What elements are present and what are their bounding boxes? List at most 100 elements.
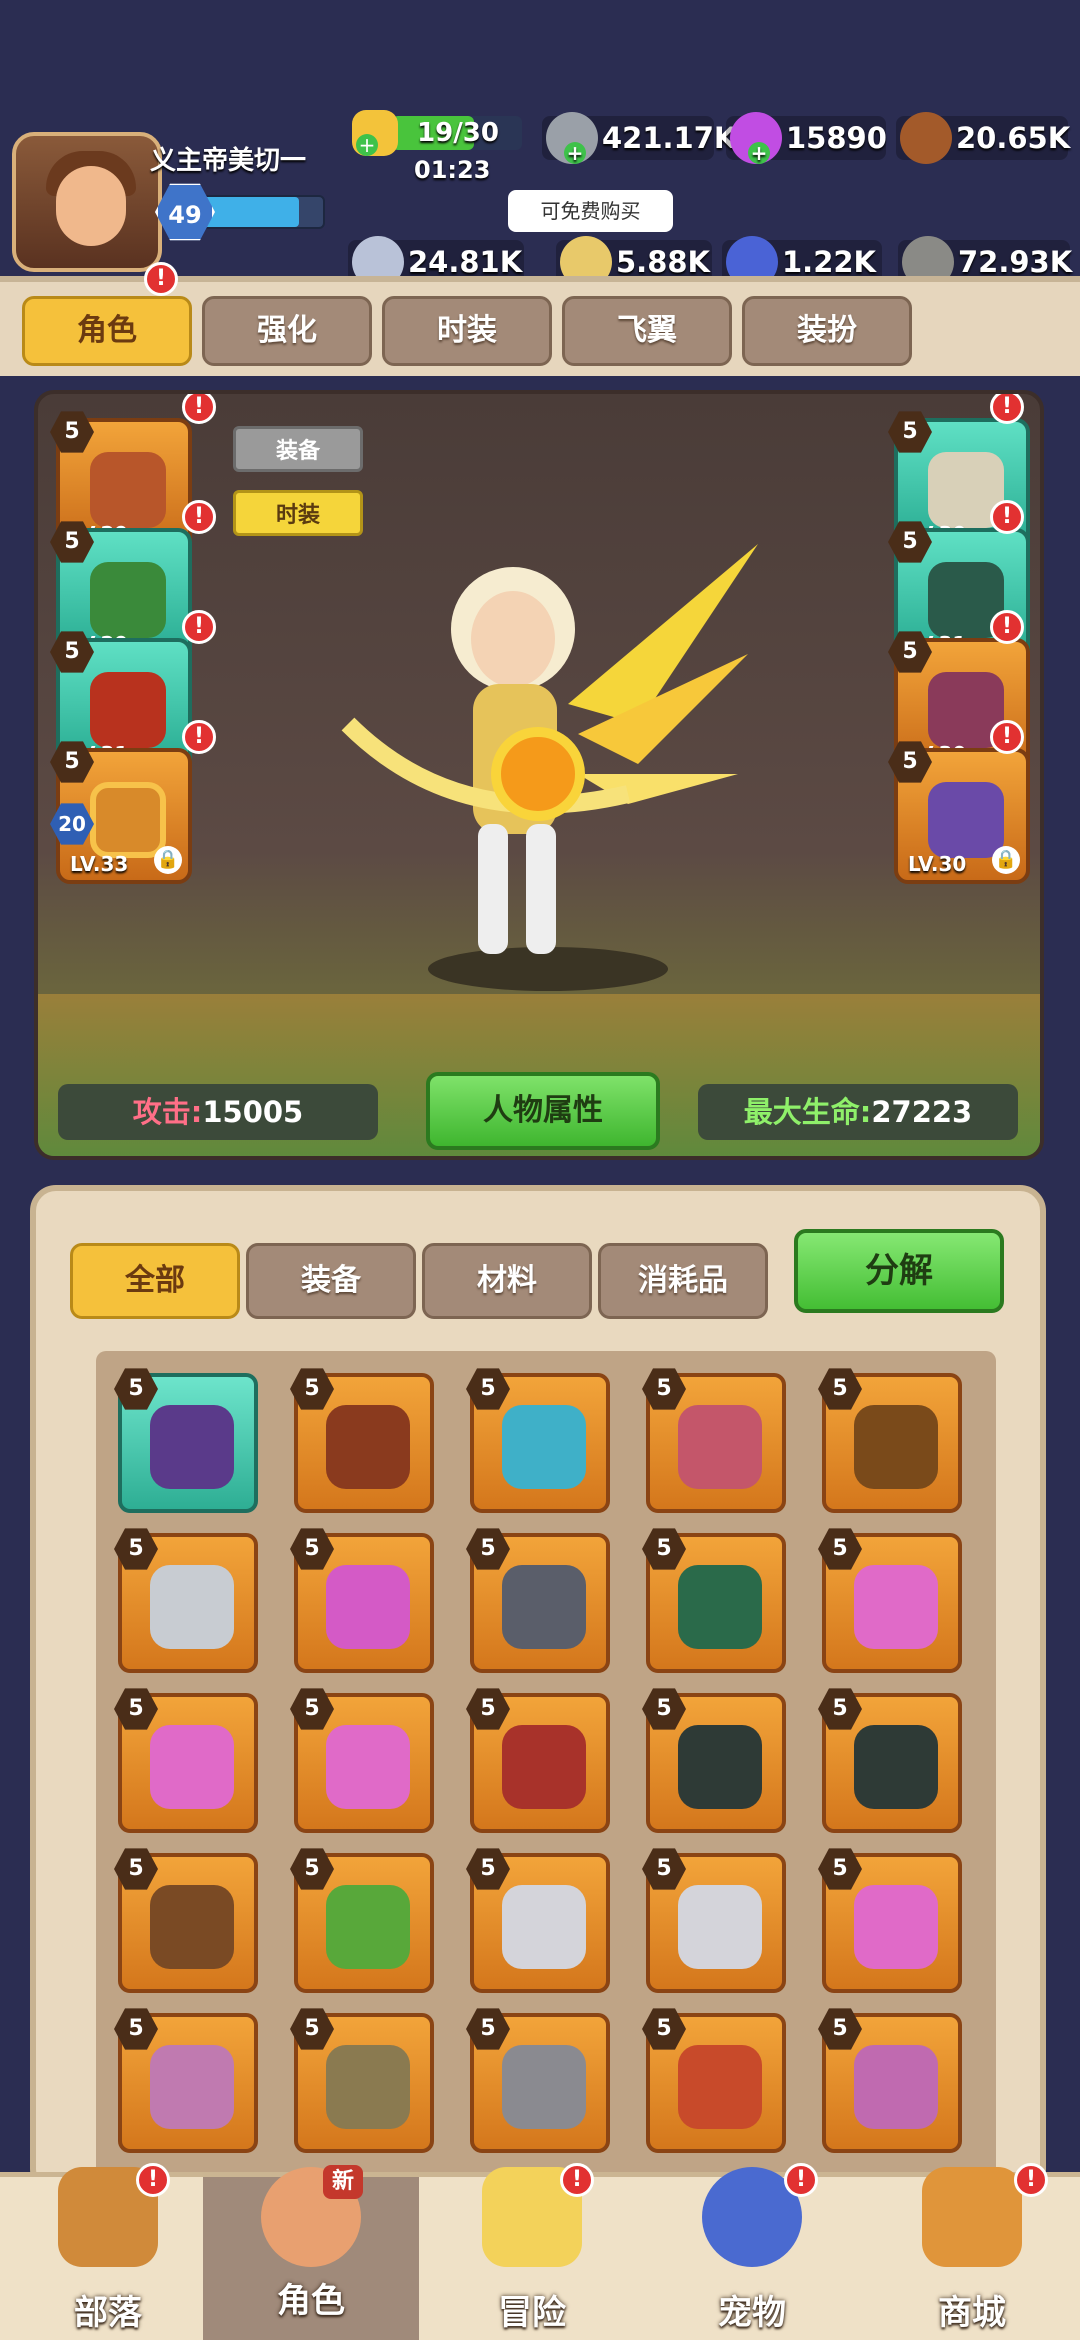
- slot-level: LV.33: [70, 852, 129, 876]
- hat-icon: [90, 562, 166, 638]
- inventory-item[interactable]: 5: [290, 1528, 434, 1673]
- tab-enhance[interactable]: 强化: [202, 296, 372, 366]
- fashion-mode-button[interactable]: 时装: [233, 490, 363, 536]
- inventory-item[interactable]: 5: [114, 1688, 258, 1833]
- equipment-mode-button[interactable]: 装备: [233, 426, 363, 472]
- resource-purple-orb[interactable]: + 15890: [726, 112, 887, 164]
- item-star-badge: 5: [114, 1688, 158, 1730]
- shoulder-icon: [854, 1725, 938, 1809]
- decompose-button[interactable]: 分解: [794, 1229, 1004, 1313]
- top-tab-bar: 角色 ! 强化 时装 飞翼 装扮: [0, 262, 1080, 376]
- inventory-item[interactable]: 5: [114, 1368, 258, 1513]
- tab-character[interactable]: 角色: [22, 296, 192, 366]
- nav-alert-badge: !: [136, 2163, 170, 2197]
- character-attributes-button[interactable]: 人物属性: [426, 1072, 660, 1150]
- item-icon: [150, 2045, 234, 2129]
- bone-value: 24.81K: [408, 245, 523, 279]
- item-star-badge: 5: [466, 1848, 510, 1890]
- item-star-badge: 5: [642, 1528, 686, 1570]
- inventory-item[interactable]: 5: [466, 1528, 610, 1673]
- inventory-item[interactable]: 5: [114, 2008, 258, 2153]
- robe-icon: [326, 1565, 410, 1649]
- armor-icon: [678, 1565, 762, 1649]
- armor-icon: [90, 672, 166, 748]
- inventory-item[interactable]: 5: [642, 1848, 786, 1993]
- inventory-item[interactable]: 5: [466, 2008, 610, 2153]
- slot-alert-badge: !: [990, 610, 1024, 644]
- item-star-badge: 5: [466, 1368, 510, 1410]
- item-star-badge: 5: [290, 1688, 334, 1730]
- tab-wings[interactable]: 飞翼: [562, 296, 732, 366]
- purple-orb-value: 15890: [786, 121, 887, 155]
- nav-adventure[interactable]: ! 冒险: [424, 2163, 640, 2340]
- nav-pets[interactable]: ! 宠物: [644, 2163, 860, 2340]
- helmet-icon: [150, 1405, 234, 1489]
- stamina-timer: 01:23: [414, 156, 491, 184]
- nav-character[interactable]: 新 角色: [203, 2165, 419, 2340]
- hook-icon: [854, 1885, 938, 1969]
- slot-star-badge: 5: [50, 411, 94, 453]
- nav-shop[interactable]: ! 商城: [864, 2163, 1080, 2340]
- stamina-value: 19/30: [417, 118, 499, 148]
- crossbow-icon: [502, 1405, 586, 1489]
- hero-left-leg: [478, 824, 508, 954]
- inventory-item[interactable]: 5: [466, 1688, 610, 1833]
- staff-icon: [854, 1405, 938, 1489]
- item-star-badge: 5: [818, 2008, 862, 2050]
- inventory-item[interactable]: 5: [818, 1368, 962, 1513]
- player-avatar[interactable]: [12, 132, 162, 272]
- slot-alert-badge: !: [182, 394, 216, 424]
- nav-label: 角色: [277, 2281, 345, 2321]
- hero-right-leg: [526, 824, 556, 954]
- inventory-item[interactable]: 5: [642, 2008, 786, 2153]
- purple-orb-add-icon[interactable]: +: [748, 142, 770, 164]
- inventory-item[interactable]: 5: [466, 1368, 610, 1513]
- resource-wood-logs[interactable]: 20.65K: [896, 112, 1071, 164]
- stamina-widget[interactable]: 19/30 01:23 +: [352, 110, 528, 184]
- inventory-item[interactable]: 5: [642, 1528, 786, 1673]
- filter-equipment[interactable]: 装备: [246, 1243, 416, 1319]
- wood-logs-value: 20.65K: [956, 121, 1071, 155]
- inventory-grid: 5 5 5 5 5 5 5 5 5 5 5 5 5 5 5 5 5 5 5 5 5 5 5 5 5: [96, 1351, 996, 2211]
- stone-ore-value: 421.17K: [602, 121, 737, 155]
- inventory-item[interactable]: 5: [290, 1368, 434, 1513]
- nav-tribe[interactable]: ! 部落: [0, 2163, 216, 2340]
- item-star-badge: 5: [290, 1528, 334, 1570]
- item-star-badge: 5: [818, 1528, 862, 1570]
- gauntlet-icon: [150, 1725, 234, 1809]
- inventory-item[interactable]: 5: [290, 1688, 434, 1833]
- nav-label: 商城: [938, 2293, 1006, 2333]
- new-badge: 新: [323, 2165, 363, 2199]
- xp-bar: [200, 195, 325, 229]
- inventory-item[interactable]: 5: [818, 1848, 962, 1993]
- stone-ore-add-icon[interactable]: +: [564, 142, 586, 164]
- inventory-item[interactable]: 5: [114, 1848, 258, 1993]
- equip-slot-ring[interactable]: 5 20 LV.33 🔒: [50, 741, 192, 884]
- inventory-item[interactable]: 5: [818, 1528, 962, 1673]
- wood-logs-icon: [900, 112, 952, 164]
- filter-all[interactable]: 全部: [70, 1243, 240, 1319]
- inventory-item[interactable]: 5: [114, 1528, 258, 1673]
- stamina-add-icon[interactable]: +: [356, 134, 378, 156]
- resource-stone-ore[interactable]: + 421.17K: [542, 112, 736, 164]
- inventory-item[interactable]: 5: [290, 2008, 434, 2153]
- filter-materials[interactable]: 材料: [422, 1243, 592, 1319]
- nav-label: 宠物: [718, 2293, 786, 2333]
- inventory-item[interactable]: 5: [642, 1688, 786, 1833]
- inventory-item[interactable]: 5: [642, 1368, 786, 1513]
- item-star-badge: 5: [114, 1528, 158, 1570]
- inventory-item[interactable]: 5: [466, 1848, 610, 1993]
- filter-consumables[interactable]: 消耗品: [598, 1243, 768, 1319]
- item-star-badge: 5: [114, 1848, 158, 1890]
- gray-rock-value: 72.93K: [958, 245, 1073, 279]
- tab-fashion[interactable]: 时装: [382, 296, 552, 366]
- equip-slot-necklace[interactable]: 5 LV.30 🔒: [888, 741, 1030, 884]
- slot-alert-badge: !: [182, 610, 216, 644]
- necklace-icon: [928, 782, 1004, 858]
- inventory-item[interactable]: 5: [290, 1848, 434, 1993]
- item-icon: [326, 2045, 410, 2129]
- tab-dressup[interactable]: 装扮: [742, 296, 912, 366]
- inventory-item[interactable]: 5: [818, 1688, 962, 1833]
- inventory-item[interactable]: 5: [818, 2008, 962, 2153]
- attack-stat: 攻击:15005: [58, 1084, 378, 1140]
